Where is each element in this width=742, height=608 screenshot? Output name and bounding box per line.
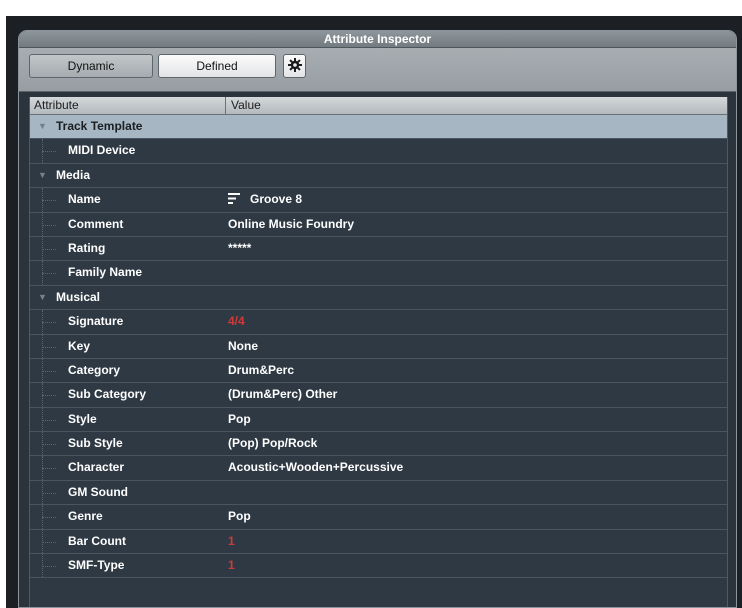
attribute-label: Comment <box>68 216 124 231</box>
attribute-row-family-name[interactable]: Family Name <box>30 261 727 286</box>
attribute-label: MIDI Device <box>68 143 136 158</box>
attribute-value[interactable]: None <box>228 335 258 358</box>
attribute-value[interactable]: 1 <box>228 530 235 553</box>
column-header: Attribute Value <box>30 97 727 115</box>
attribute-value[interactable]: Online Music Foundry <box>228 213 354 236</box>
attribute-row-key[interactable]: Key None <box>30 334 727 359</box>
attribute-table: Attribute Value ▼ Track Template MIDI De… <box>29 97 728 607</box>
attribute-row-signature[interactable]: Signature 4/4 <box>30 310 727 335</box>
gear-icon <box>287 58 302 72</box>
attribute-row-category[interactable]: Category Drum&Perc <box>30 358 727 384</box>
column-header-attribute[interactable]: Attribute <box>30 97 226 114</box>
attribute-label: Category <box>68 362 121 377</box>
attribute-label: Signature <box>68 314 124 329</box>
column-header-value[interactable]: Value <box>227 97 261 114</box>
attribute-row-sub-category[interactable]: Sub Category (Drum&Perc) Other <box>30 383 727 408</box>
attribute-inspector-panel: Attribute Inspector Dynamic Defined Attr… <box>18 30 737 608</box>
attribute-label: SMF-Type <box>68 558 125 573</box>
attribute-row-sub-style[interactable]: Sub Style (Pop) Pop/Rock <box>30 432 727 457</box>
group-label: Musical <box>56 289 101 304</box>
attribute-label: Genre <box>68 509 103 524</box>
attribute-value[interactable]: 4/4 <box>228 310 245 333</box>
attribute-row-bar-count[interactable]: Bar Count 1 <box>30 529 727 555</box>
attribute-label: Family Name <box>68 265 143 280</box>
attribute-value[interactable]: Pop <box>228 408 251 431</box>
attribute-label: Sub Style <box>68 436 123 451</box>
attribute-value[interactable]: (Drum&Perc) Other <box>228 383 337 406</box>
attribute-row-style[interactable]: Style Pop <box>30 407 727 433</box>
dynamic-button[interactable]: Dynamic <box>29 54 153 78</box>
attribute-row-midi-device[interactable]: MIDI Device <box>30 139 727 164</box>
lines-icon <box>228 193 240 204</box>
group-row-track-template[interactable]: ▼ Track Template <box>30 115 727 140</box>
expand-triangle-icon[interactable]: ▼ <box>38 286 47 309</box>
window-title: Attribute Inspector <box>19 31 736 48</box>
attribute-label: Name <box>68 192 101 207</box>
attribute-label: Character <box>68 460 125 475</box>
attribute-label: Sub Category <box>68 387 147 402</box>
attribute-value[interactable]: (Pop) Pop/Rock <box>228 432 317 455</box>
attribute-row-gm-sound[interactable]: GM Sound <box>30 480 727 506</box>
attribute-value[interactable]: Groove 8 <box>228 188 302 211</box>
attribute-label: Key <box>68 338 91 353</box>
attribute-value[interactable]: Acoustic+Wooden+Percussive <box>228 456 403 479</box>
expand-triangle-icon[interactable]: ▼ <box>38 115 47 138</box>
attribute-label: Style <box>68 411 97 426</box>
attribute-value[interactable]: Pop <box>228 505 251 528</box>
group-row-musical[interactable]: ▼ Musical <box>30 286 727 311</box>
attribute-value[interactable]: 1 <box>228 554 235 577</box>
attribute-label: Bar Count <box>68 533 126 548</box>
attribute-row-comment[interactable]: Comment Online Music Foundry <box>30 212 727 237</box>
name-value-text: Groove 8 <box>250 192 303 207</box>
attribute-row-character[interactable]: Character Acoustic+Wooden+Percussive <box>30 456 727 481</box>
attribute-row-name[interactable]: Name Groove 8 <box>30 188 727 213</box>
attribute-row-rating[interactable]: Rating ***** <box>30 236 727 262</box>
attribute-row-genre[interactable]: Genre Pop <box>30 505 727 530</box>
attribute-label: GM Sound <box>68 484 128 499</box>
group-label: Track Template <box>56 119 143 133</box>
rating-value[interactable]: ***** <box>228 237 251 260</box>
group-label: Media <box>56 167 91 182</box>
defined-button[interactable]: Defined <box>158 54 276 78</box>
attribute-value[interactable]: Drum&Perc <box>228 359 294 382</box>
group-row-media[interactable]: ▼ Media <box>30 164 727 189</box>
settings-button[interactable] <box>283 54 306 78</box>
attribute-label: Rating <box>68 240 106 255</box>
attribute-row-smf-type[interactable]: SMF-Type 1 <box>30 554 727 579</box>
expand-triangle-icon[interactable]: ▼ <box>38 164 47 187</box>
toolbar: Dynamic Defined <box>19 48 736 92</box>
